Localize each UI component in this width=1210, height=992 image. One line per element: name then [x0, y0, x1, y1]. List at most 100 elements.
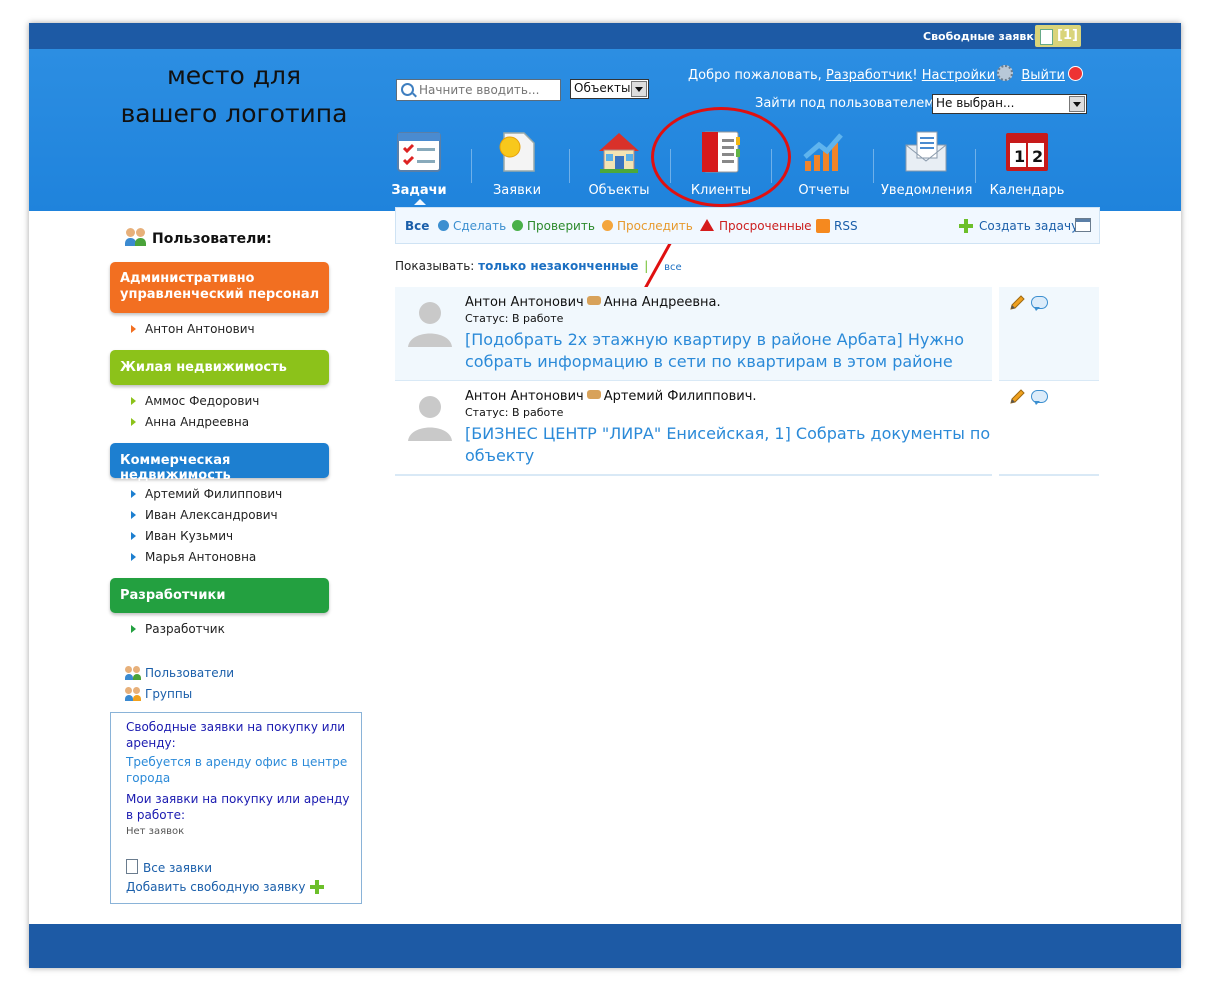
nav-reports[interactable]: Отчеты [779, 129, 869, 198]
nav-tasks-label: Задачи [391, 183, 447, 198]
task-status: Статус: В работе [465, 312, 564, 325]
task-to: Анна Андреевна. [603, 295, 721, 310]
logo-line-1: место для [166, 61, 302, 90]
search-icon [401, 83, 414, 96]
groups-link[interactable]: Группы [125, 687, 192, 701]
requests-box: Свободные заявки на покупку или аренду: … [110, 712, 362, 904]
plus-icon [309, 880, 324, 894]
show-all[interactable]: все [664, 262, 682, 273]
task-from: Антон Антонович [465, 389, 584, 404]
logo-line-2: вашего логотипа [120, 99, 348, 128]
users-icon [125, 666, 141, 680]
user-link[interactable]: Разработчик [826, 68, 912, 83]
comment-icon[interactable] [1031, 296, 1048, 311]
group-admin[interactable]: Административно управленческий персонал [110, 262, 329, 313]
blue-dot-icon [438, 220, 449, 231]
group-commercial-label: Коммерческая недвижимость [120, 453, 231, 483]
filter-rss-label: RSS [834, 219, 858, 233]
group-commercial[interactable]: Коммерческая недвижимость [110, 443, 329, 483]
task-row[interactable]: Антон Антонович Анна Андреевна. Статус: В… [395, 287, 992, 382]
app-frame: Свободные заявки [1] место для вашего ло… [29, 23, 1181, 968]
pointing-hand-icon [586, 296, 601, 305]
task-description-link[interactable]: [Подобрать 2х этажную квартиру в районе … [465, 329, 995, 373]
nav-objects[interactable]: Объекты [574, 129, 664, 198]
group-developers[interactable]: Разработчики [110, 578, 329, 613]
filter-check-label: Проверить [527, 219, 595, 233]
avatar-icon [405, 389, 455, 441]
impersonate-select[interactable]: Не выбран... [932, 94, 1087, 114]
power-icon[interactable] [1068, 66, 1083, 81]
group-member[interactable]: Анна Андреевна [130, 415, 249, 429]
group-member[interactable]: Иван Александрович [131, 508, 278, 522]
filter-rss[interactable]: RSS [816, 219, 858, 233]
group-member[interactable]: Антон Антонович [131, 322, 255, 336]
nav-objects-label: Объекты [588, 183, 650, 198]
my-requests-empty: Нет заявок [126, 826, 185, 837]
chevron-down-icon [1069, 96, 1085, 112]
nav-requests-label: Заявки [492, 183, 542, 198]
group-admin-label: Административно управленческий персонал [120, 271, 320, 302]
show-unfinished[interactable]: только незаконченные [478, 259, 638, 273]
show-label: Показывать: [395, 259, 479, 273]
groups-icon [125, 687, 141, 701]
search-input[interactable] [417, 82, 559, 98]
welcome-text: Добро пожаловать, Разработчик! Настройки… [688, 65, 1083, 83]
top-bar: Свободные заявки [1] [29, 23, 1181, 49]
welcome-excl: ! [912, 68, 918, 83]
task-filter-bar: Все Сделать Проверить Проследить Просроч… [395, 207, 1100, 244]
group-member[interactable]: Аммос Федорович [130, 394, 259, 408]
logout-link[interactable]: Выйти [1021, 68, 1065, 83]
group-residential[interactable]: Жилая недвижимость [110, 350, 329, 385]
pointing-hand-icon [586, 390, 601, 399]
free-request-item[interactable]: Требуется в аренду офис в центре города [126, 754, 351, 786]
users-link-label: Пользователи [145, 666, 235, 680]
avatar-icon [405, 295, 455, 347]
filter-all[interactable]: Все [405, 219, 429, 233]
group-member[interactable]: Разработчик [131, 622, 225, 636]
free-requests-count: [1] [1057, 28, 1078, 43]
pencil-icon[interactable] [1009, 389, 1025, 405]
nav-tasks[interactable]: Задачи [374, 129, 464, 205]
users-link[interactable]: Пользователи [125, 666, 234, 680]
all-requests-link[interactable]: Все заявки [126, 859, 212, 876]
comment-icon[interactable] [1031, 390, 1048, 405]
document-icon [126, 859, 138, 874]
task-row[interactable]: Антон Антонович Артемий Филиппович. Стату… [395, 381, 992, 476]
filter-track[interactable]: Проследить [602, 219, 693, 233]
impersonate-label: Зайти под пользователем: [755, 96, 939, 111]
nav-calendar[interactable]: 12 Календарь [982, 129, 1072, 198]
pencil-icon[interactable] [1009, 295, 1025, 311]
group-member[interactable]: Марья Антоновна [130, 550, 256, 564]
gear-icon[interactable] [997, 65, 1014, 81]
group-member[interactable]: Артемий Филиппович [130, 487, 282, 501]
create-task-link[interactable]: Создать задачу [959, 219, 1078, 233]
add-request-link[interactable]: Добавить свободную заявку [126, 879, 324, 895]
task-actions [999, 287, 1099, 382]
nav-reports-label: Отчеты [798, 183, 850, 198]
free-requests-badge[interactable]: [1] [1035, 25, 1081, 47]
nav-notifications-label: Уведомления [881, 183, 973, 198]
group-residential-label: Жилая недвижимость [120, 360, 287, 375]
logo-placeholder[interactable]: место для вашего логотипа [99, 57, 369, 133]
my-requests-title: Мои заявки на покупку или аренду в работ… [126, 792, 350, 822]
nav-requests[interactable]: Заявки [472, 129, 562, 198]
task-description-link[interactable]: [БИЗНЕС ЦЕНТР "ЛИРА" Енисейская, 1] Собр… [465, 423, 995, 467]
filter-overdue[interactable]: Просроченные [700, 219, 812, 233]
filter-check[interactable]: Проверить [512, 219, 595, 233]
calendar-small-icon[interactable] [1075, 218, 1091, 232]
settings-link[interactable]: Настройки [922, 68, 995, 83]
free-requests-label[interactable]: Свободные заявки [923, 30, 1042, 43]
tasks-icon [396, 129, 442, 175]
chevron-down-icon [631, 81, 647, 97]
impersonate-value: Не выбран... [936, 96, 1015, 110]
header: место для вашего логотипа Объекты Добро … [29, 49, 1181, 211]
task-actions [999, 381, 1099, 476]
footer [29, 924, 1181, 968]
calendar-icon: 12 [1004, 129, 1050, 175]
show-separator: | [644, 259, 649, 273]
filter-todo[interactable]: Сделать [438, 219, 506, 233]
nav-notifications[interactable]: Уведомления [881, 129, 973, 198]
chart-icon [801, 129, 847, 175]
search-scope-select[interactable]: Объекты [570, 79, 649, 99]
group-member[interactable]: Иван Кузьмич [130, 529, 233, 543]
